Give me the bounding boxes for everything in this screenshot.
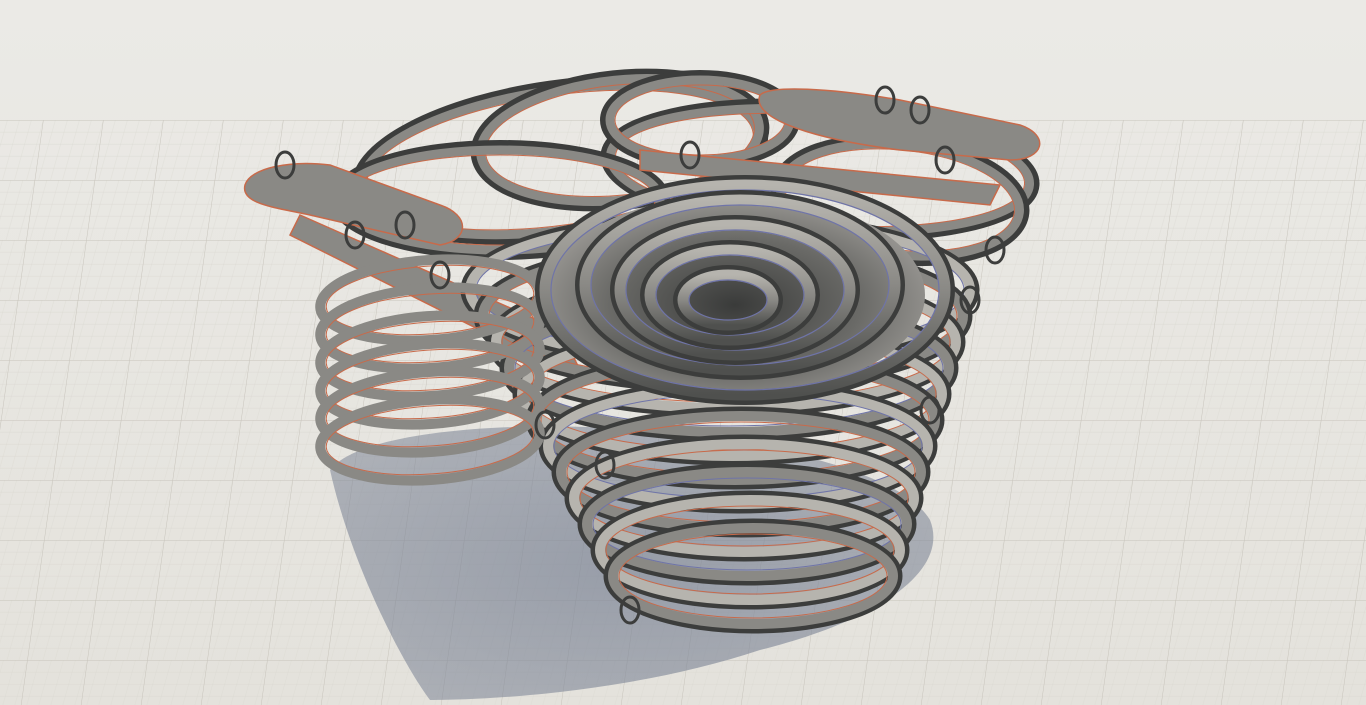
spiral-funnel-track[interactable] [535,175,955,405]
track-editor-scene[interactable] [0,0,1366,705]
game-viewport[interactable] [0,0,1366,705]
